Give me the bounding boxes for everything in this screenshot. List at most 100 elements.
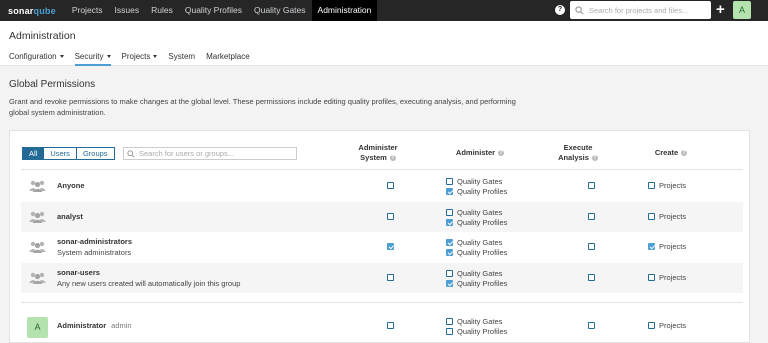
checkbox-create-projects[interactable] (648, 274, 655, 281)
nav-projects[interactable]: Projects (66, 0, 109, 21)
column-create: Create? (654, 148, 688, 157)
chevron-down-icon (153, 55, 158, 59)
projects-label: Projects (659, 212, 687, 221)
projects-label: Projects (659, 242, 687, 251)
nav-issues[interactable]: Issues (109, 0, 146, 21)
help-icon[interactable]: ? (591, 155, 598, 162)
user-login: admin (111, 321, 132, 330)
filter-toggle-group: All Users Groups (22, 147, 115, 160)
subnav-security[interactable]: Security (74, 52, 111, 66)
subnav-projects[interactable]: Projects (122, 52, 158, 66)
nav-rules[interactable]: Rules (145, 0, 179, 21)
row-description: Any new users created will automatically… (57, 279, 241, 288)
checkbox-quality-gates[interactable] (446, 239, 453, 246)
page-title: Global Permissions (9, 79, 96, 90)
group-icon (29, 211, 46, 223)
search-icon (127, 149, 135, 158)
checkbox-execute-analysis[interactable] (588, 243, 595, 250)
avatar: A (27, 317, 48, 338)
column-administer-system: Administer System? (358, 143, 398, 162)
checkbox-execute-analysis[interactable] (588, 182, 595, 189)
search-placeholder: Search for projects and files... (589, 5, 689, 15)
filter-all-button[interactable]: All (22, 147, 45, 160)
checkbox-create-projects[interactable] (648, 213, 655, 220)
row-name: sonar-administrators (57, 237, 133, 246)
global-search-input[interactable]: Search for projects and files... (570, 1, 711, 19)
admin-header: Administration Configuration Security Pr… (0, 21, 768, 66)
checkbox-quality-gates[interactable] (446, 318, 453, 325)
checkbox-quality-profiles[interactable] (446, 280, 453, 287)
help-icon[interactable]: ? (681, 150, 688, 157)
checkbox-execute-analysis[interactable] (588, 322, 595, 329)
help-icon[interactable]: ? (498, 150, 505, 157)
table-row: analyst Quality Gates Quality Profiles P… (21, 202, 743, 232)
group-icon (29, 241, 46, 253)
checkbox-quality-profiles[interactable] (446, 249, 453, 256)
table-row: sonar-users Any new users created will a… (21, 263, 743, 293)
quality-gates-label: Quality Gates (457, 317, 503, 326)
quality-profiles-label: Quality Profiles (457, 279, 508, 288)
checkbox-administer-system[interactable] (387, 182, 394, 189)
chevron-down-icon (59, 55, 64, 59)
quality-profiles-label: Quality Profiles (457, 327, 508, 336)
checkbox-quality-profiles[interactable] (446, 219, 453, 226)
checkbox-administer-system[interactable] (387, 243, 394, 250)
projects-label: Projects (659, 321, 687, 330)
filter-groups-button[interactable]: Groups (76, 147, 115, 160)
row-divider (21, 169, 743, 170)
chevron-down-icon (106, 55, 111, 59)
checkbox-create-projects[interactable] (648, 243, 655, 250)
sonarqube-logo[interactable]: sonarqube (8, 6, 56, 16)
search-icon (575, 5, 584, 14)
column-execute-analysis: Execute Analysis? (558, 143, 598, 162)
checkbox-quality-gates[interactable] (446, 209, 453, 216)
row-description: System administrators (57, 248, 132, 257)
checkbox-quality-profiles[interactable] (446, 328, 453, 335)
row-name: sonar-users (57, 268, 100, 277)
group-icon (29, 272, 46, 284)
subnav-marketplace[interactable]: Marketplace (206, 52, 250, 66)
create-plus-icon[interactable]: + (716, 2, 725, 18)
page-description: Grant and revoke permissions to make cha… (9, 97, 516, 117)
quality-gates-label: Quality Gates (457, 269, 503, 278)
projects-label: Projects (659, 273, 687, 282)
checkbox-administer-system[interactable] (387, 322, 394, 329)
admin-subnav: Configuration Security Projects System M… (9, 52, 261, 66)
quality-profiles-label: Quality Profiles (457, 187, 508, 196)
quality-profiles-label: Quality Profiles (457, 248, 508, 257)
checkbox-administer-system[interactable] (387, 274, 394, 281)
user-avatar-menu[interactable]: A (733, 1, 751, 19)
checkbox-execute-analysis[interactable] (588, 274, 595, 281)
subnav-configuration[interactable]: Configuration (9, 52, 64, 66)
nav-quality-gates[interactable]: Quality Gates (248, 0, 312, 21)
checkbox-create-projects[interactable] (648, 182, 655, 189)
checkbox-quality-gates[interactable] (446, 270, 453, 277)
help-icon[interactable]: ? (389, 155, 396, 162)
row-name: Anyone (57, 181, 85, 190)
quality-gates-label: Quality Gates (457, 177, 503, 186)
table-row: Anyone Quality Gates Quality Profiles Pr… (21, 171, 743, 201)
section-divider (21, 302, 743, 303)
row-name: analyst (57, 212, 83, 221)
filter-users-button[interactable]: Users (44, 147, 77, 160)
checkbox-execute-analysis[interactable] (588, 213, 595, 220)
group-icon (29, 180, 46, 192)
quality-gates-label: Quality Gates (457, 208, 503, 217)
search-placeholder: Search for users or groups... (139, 149, 235, 158)
help-icon[interactable]: ? (555, 5, 565, 15)
nav-quality-profiles[interactable]: Quality Profiles (179, 0, 248, 21)
checkbox-quality-profiles[interactable] (446, 188, 453, 195)
subnav-system[interactable]: System (168, 52, 195, 66)
checkbox-quality-gates[interactable] (446, 178, 453, 185)
table-row: Administrator admin Quality Gates Quality… (21, 311, 743, 341)
quality-gates-label: Quality Gates (457, 238, 503, 247)
permission-search-input[interactable]: Search for users or groups... (123, 147, 297, 160)
admin-title: Administration (9, 30, 76, 42)
checkbox-administer-system[interactable] (387, 213, 394, 220)
projects-label: Projects (659, 181, 687, 190)
checkbox-create-projects[interactable] (648, 322, 655, 329)
quality-profiles-label: Quality Profiles (457, 218, 508, 227)
table-row: sonar-administrators System administrato… (21, 232, 743, 262)
nav-administration[interactable]: Administration (311, 0, 378, 21)
column-administer: Administer? (455, 148, 505, 157)
